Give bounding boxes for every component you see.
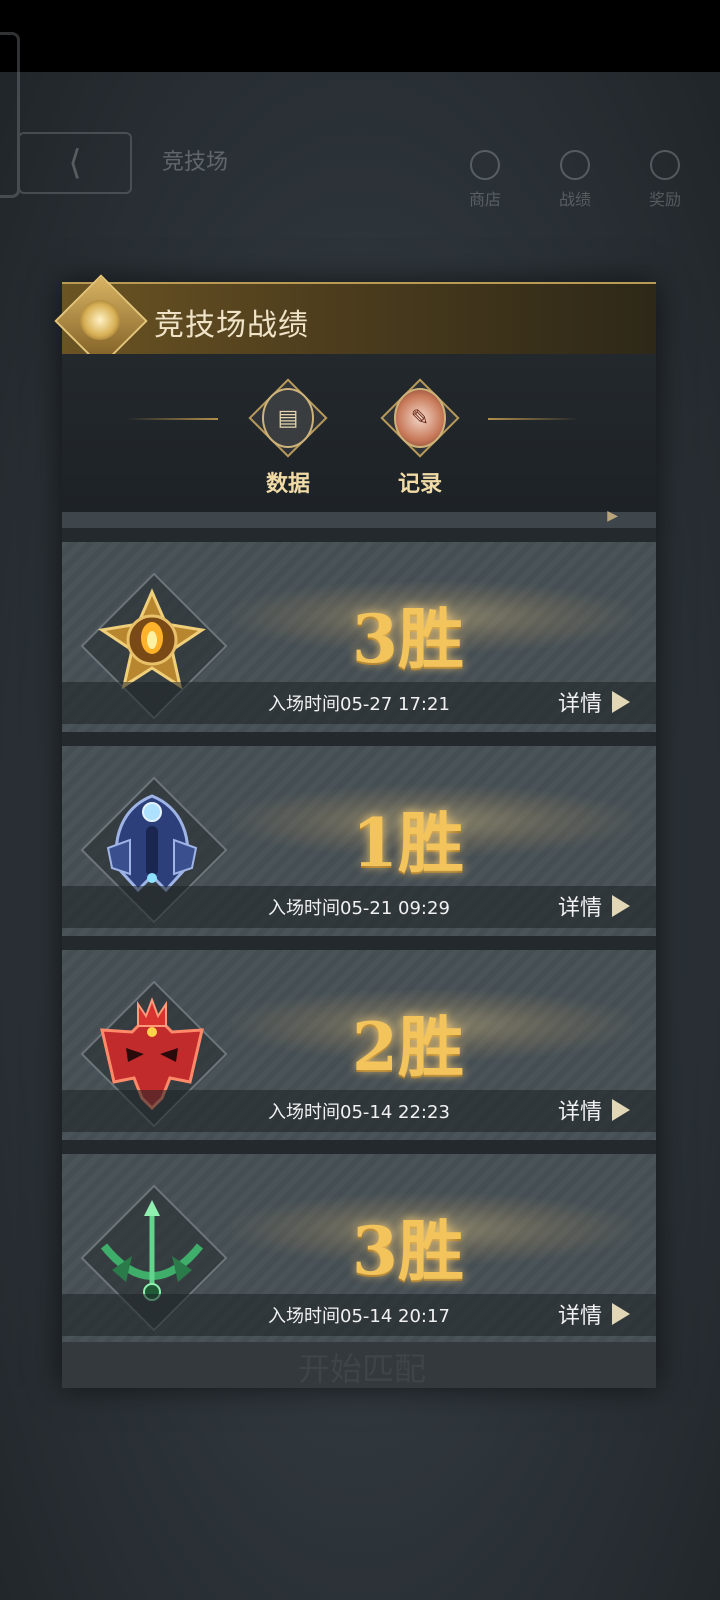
shop-icon (470, 150, 500, 180)
wins-count: 1胜 (352, 804, 464, 882)
detail-button[interactable]: 详情 (558, 890, 630, 922)
detail-label: 详情 (557, 692, 602, 717)
detail-button[interactable]: 详情 (558, 1298, 630, 1330)
play-icon (612, 1099, 630, 1121)
nav-label: 战绩 (558, 190, 591, 209)
moon-emblem-core (80, 300, 120, 340)
entry-time: 入场时间05-14 22:23 (268, 1102, 450, 1123)
tab-record[interactable]: ✎ 记录 (380, 378, 460, 498)
wins-count: 3胜 (352, 600, 464, 678)
background-start-match-label: 开始匹配 (298, 1350, 427, 1388)
play-icon (612, 691, 630, 713)
reward-icon (650, 150, 680, 180)
record-card[interactable]: 2胜 入场时间05-14 22:23 详情 (62, 950, 656, 1140)
detail-label: 详情 (557, 896, 602, 921)
left-edge-frame (0, 32, 20, 198)
card-separator (62, 732, 656, 746)
nav-label: 奖励 (648, 190, 681, 209)
play-icon (612, 1303, 630, 1325)
nav-item-shop[interactable]: 商店 (450, 150, 520, 210)
detail-button[interactable]: 详情 (558, 686, 630, 718)
tab-bar: ▤ 数据 ✎ 记录 (62, 354, 656, 512)
nav-item-record[interactable]: 战绩 (540, 150, 610, 210)
tab-divider-left (126, 418, 218, 420)
entry-time: 入场时间05-27 17:21 (268, 694, 450, 715)
play-icon (612, 895, 630, 917)
card-separator (62, 1140, 656, 1154)
partial-record-row: ▶ (62, 508, 656, 528)
record-icon (560, 150, 590, 180)
nav-label: 商店 (468, 190, 501, 209)
tab-data-label: 数据 (265, 472, 310, 497)
panel-header: 竞技场战绩 (54, 274, 656, 368)
record-card[interactable]: 1胜 入场时间05-21 09:29 详情 (62, 746, 656, 936)
panel-title: 竞技场战绩 (154, 308, 309, 343)
back-arrow-icon: ⟨ (68, 143, 82, 183)
back-button[interactable]: ⟨ (18, 132, 132, 194)
entry-time: 入场时间05-14 20:17 (268, 1306, 450, 1327)
card-separator (62, 936, 656, 950)
tab-record-frame: ✎ (380, 378, 460, 458)
wins-count: 3胜 (352, 1212, 464, 1290)
tab-data-frame: ▤ (248, 378, 328, 458)
tab-divider-right (488, 418, 580, 420)
tab-record-label: 记录 (397, 472, 442, 497)
background-nav: ⟨ 竞技场 商店 战绩 奖励 (0, 32, 720, 222)
card-separator (62, 528, 656, 542)
play-icon: ▶ (607, 508, 618, 524)
detail-label: 详情 (557, 1304, 602, 1329)
entry-time: 入场时间05-21 09:29 (268, 898, 450, 919)
detail-label: 详情 (557, 1100, 602, 1125)
record-card[interactable]: 3胜 入场时间05-27 17:21 详情 (62, 542, 656, 732)
wins-count: 2胜 (352, 1008, 464, 1086)
arena-record-panel: 竞技场战绩 ▤ 数据 ✎ 记录 ▶ 3胜 入场时间05-27 17:21 详情 … (54, 274, 656, 1388)
tab-data[interactable]: ▤ 数据 (248, 378, 328, 498)
detail-button[interactable]: 详情 (558, 1094, 630, 1126)
status-bar (0, 0, 720, 72)
scroll-quill-icon: ✎ (394, 388, 446, 448)
record-card[interactable]: 3胜 入场时间05-14 20:17 详情 (62, 1154, 656, 1344)
chart-icon: ▤ (262, 388, 314, 448)
nav-item-reward[interactable]: 奖励 (630, 150, 700, 210)
background-title: 竞技场 (162, 150, 229, 175)
